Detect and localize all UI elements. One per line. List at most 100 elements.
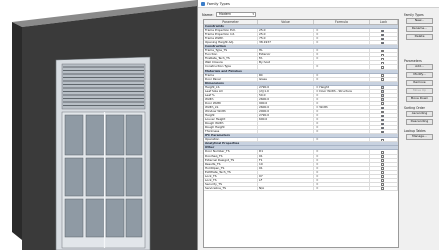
checkbox-icon[interactable] bbox=[381, 102, 384, 105]
parameter-value-field[interactable]: 50.0 bbox=[258, 93, 314, 97]
move-down-button[interactable]: Move Down bbox=[406, 96, 433, 102]
parameter-value-field[interactable]: (2)(1.0 bbox=[258, 89, 314, 93]
checkbox-icon[interactable] bbox=[381, 78, 384, 81]
parameter-value-field[interactable]: 2000.0 bbox=[258, 109, 314, 114]
remove-button[interactable]: Remove bbox=[406, 80, 433, 86]
checkbox-icon[interactable]: ✓ bbox=[381, 118, 384, 122]
parameter-value-field[interactable]: 75.0 bbox=[258, 37, 314, 41]
checkbox-icon[interactable] bbox=[381, 175, 384, 178]
parameter-value-field[interactable]: 900.0 bbox=[258, 101, 314, 105]
parameter-value-field[interactable] bbox=[258, 130, 314, 134]
header-lock[interactable]: Lock bbox=[370, 20, 398, 24]
parameter-value-field[interactable]: 2790.0 bbox=[258, 114, 314, 118]
parameter-formula-field[interactable]: = bbox=[314, 101, 370, 105]
parameter-value-field[interactable]: 38.1937 bbox=[258, 41, 314, 45]
parameter-formula-field[interactable]: = bbox=[314, 162, 370, 166]
checkbox-icon[interactable] bbox=[381, 151, 384, 154]
parameter-formula-field[interactable]: = bbox=[314, 41, 370, 45]
checkbox-icon[interactable] bbox=[381, 57, 384, 61]
parameter-value-field[interactable]: 07 bbox=[258, 174, 314, 178]
checkbox-icon[interactable]: ✓ bbox=[381, 90, 384, 93]
parameter-formula-field[interactable]: = bbox=[314, 53, 370, 57]
checkbox-icon[interactable] bbox=[381, 74, 384, 77]
checkbox-icon[interactable]: ✓ bbox=[381, 86, 384, 89]
new-button[interactable]: New... bbox=[406, 18, 433, 24]
parameter-value-field[interactable]: 10 bbox=[258, 162, 314, 166]
delete-button[interactable]: Delete bbox=[406, 34, 433, 40]
header-value[interactable]: Value bbox=[258, 20, 314, 24]
checkbox-icon[interactable]: ✓ bbox=[381, 122, 384, 126]
checkbox-icon[interactable] bbox=[381, 49, 384, 53]
checkbox-icon[interactable]: ✓ bbox=[381, 106, 384, 109]
parameter-value-field[interactable] bbox=[258, 126, 314, 130]
parameter-value-field[interactable]: 25.0 bbox=[258, 29, 314, 33]
parameter-value-field[interactable]: HL bbox=[258, 49, 314, 53]
parameter-value-field[interactable]: 01 bbox=[258, 166, 314, 170]
checkbox-icon[interactable] bbox=[381, 183, 384, 186]
checkbox-icon[interactable]: ✓ bbox=[381, 29, 384, 33]
checkbox-icon[interactable] bbox=[381, 138, 384, 142]
ascending-button[interactable]: Ascending bbox=[406, 111, 433, 117]
parameter-value-field[interactable]: D1 bbox=[258, 150, 314, 154]
parameter-value-field[interactable] bbox=[258, 65, 314, 69]
parameter-value-field[interactable]: F1 bbox=[258, 158, 314, 162]
parameter-formula-field[interactable]: = bbox=[314, 138, 370, 142]
parameter-formula-field[interactable]: = bbox=[314, 166, 370, 170]
checkbox-icon[interactable]: ✓ bbox=[381, 114, 384, 118]
checkbox-icon[interactable] bbox=[381, 167, 384, 170]
checkbox-icon[interactable]: ✓ bbox=[381, 126, 384, 130]
checkbox-icon[interactable] bbox=[381, 155, 384, 158]
checkbox-icon[interactable]: ✓ bbox=[381, 37, 384, 41]
parameter-formula-field[interactable]: = bbox=[314, 73, 370, 77]
parameter-value-field[interactable] bbox=[258, 170, 314, 174]
modify-button[interactable]: Modify... bbox=[406, 72, 433, 78]
parameter-formula-field[interactable]: = Height bbox=[314, 85, 370, 89]
type-name-dropdown[interactable]: Modern ▾ bbox=[216, 12, 256, 17]
parameters-grid[interactable]: Parameter Value Formula Lock Constraints… bbox=[203, 19, 399, 248]
parameter-formula-field[interactable]: = bbox=[314, 49, 370, 53]
parameter-value-field[interactable]: 25.0 bbox=[258, 33, 314, 37]
parameter-formula-field[interactable]: = bbox=[314, 37, 370, 41]
parameter-formula-field[interactable]: = bbox=[314, 93, 370, 97]
parameter-value-field[interactable]: 2600.0 bbox=[258, 97, 314, 101]
checkbox-icon[interactable] bbox=[381, 53, 384, 57]
parameter-value-field[interactable]: 01 bbox=[258, 154, 314, 158]
parameter-formula-field[interactable]: = bbox=[314, 77, 370, 81]
checkbox-icon[interactable] bbox=[381, 179, 384, 182]
parameter-formula-field[interactable]: = bbox=[314, 170, 370, 174]
parameter-value-field[interactable]: 2790.0 bbox=[258, 85, 314, 89]
parameter-formula-field[interactable]: = bbox=[314, 109, 370, 114]
checkbox-icon[interactable] bbox=[381, 66, 384, 69]
parameter-value-field[interactable]: RC bbox=[258, 73, 314, 77]
add-button[interactable]: Add... bbox=[406, 64, 433, 70]
checkbox-icon[interactable]: ✓ bbox=[381, 94, 384, 97]
parameter-value-field[interactable]: Glass bbox=[258, 77, 314, 81]
parameter-row[interactable]: Serviceline_TS N/A = bbox=[204, 186, 398, 191]
parameter-formula-field[interactable]: = bbox=[314, 97, 370, 101]
parameter-formula-field[interactable]: = bbox=[314, 122, 370, 126]
checkbox-icon[interactable] bbox=[381, 159, 384, 162]
parameter-value-field[interactable]: N/A bbox=[258, 186, 314, 190]
parameter-formula-field[interactable]: = bbox=[314, 130, 370, 134]
parameter-value-field[interactable]: Exterior bbox=[258, 53, 314, 57]
parameter-formula-field[interactable] bbox=[314, 61, 370, 65]
parameter-formula-field[interactable]: = bbox=[314, 118, 370, 122]
3d-viewport[interactable] bbox=[0, 0, 200, 250]
parameter-formula-field[interactable]: = bbox=[314, 33, 370, 37]
checkbox-icon[interactable] bbox=[381, 187, 384, 190]
parameter-value-field[interactable]: LF bbox=[258, 178, 314, 182]
parameter-value-field[interactable]: FA bbox=[258, 57, 314, 61]
parameter-value-field[interactable] bbox=[258, 138, 314, 142]
parameter-value-field[interactable]: By host bbox=[258, 61, 314, 65]
parameter-formula-field[interactable]: = bbox=[314, 178, 370, 182]
parameter-value-field[interactable] bbox=[258, 182, 314, 186]
checkbox-icon[interactable] bbox=[381, 62, 384, 65]
parameter-formula-field[interactable]: = Width bbox=[314, 105, 370, 109]
parameter-formula-field[interactable]: = bbox=[314, 186, 370, 190]
parameter-formula-field[interactable]: = bbox=[314, 158, 370, 162]
rename-button[interactable]: Rename... bbox=[406, 26, 433, 32]
parameter-formula-field[interactable]: = bbox=[314, 57, 370, 61]
checkbox-icon[interactable] bbox=[381, 163, 384, 166]
parameter-formula-field[interactable]: = bbox=[314, 114, 370, 118]
parameter-formula-field[interactable]: = bbox=[314, 126, 370, 130]
